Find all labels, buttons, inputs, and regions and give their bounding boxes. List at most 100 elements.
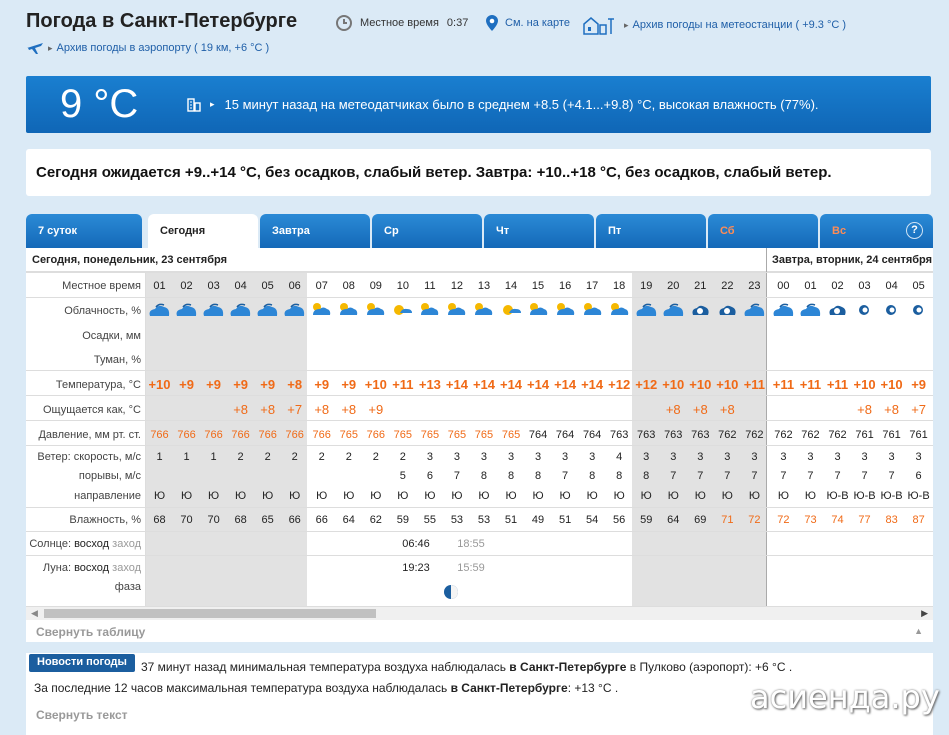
moon-cloud-icon (692, 305, 709, 315)
hour-cell: 19 (640, 280, 653, 292)
feels-cell: +7 (287, 402, 303, 417)
moon-cloud-icon (719, 305, 736, 315)
tab-label: Вс (832, 225, 847, 237)
wind-cell: 3 (807, 451, 814, 463)
collapse-table-link[interactable]: Свернуть таблицу (36, 625, 145, 639)
wind-cell: 1 (183, 451, 190, 463)
tab-thu[interactable]: Чт (484, 214, 594, 248)
pressure-cell: 766 (285, 429, 304, 441)
direction-cell: Ю (180, 490, 193, 502)
wind-cell: 3 (480, 451, 488, 463)
temp-cell: +12 (635, 377, 658, 392)
humidity-cell: 64 (342, 514, 355, 526)
wind-cell: 3 (861, 451, 868, 463)
current-desc: 15 минут назад на метеодатчиках было в с… (224, 96, 819, 112)
hour-cell: 10 (396, 280, 409, 292)
collapse-text-link[interactable]: Свернуть текст (36, 708, 128, 722)
direction-cell: Ю (397, 490, 409, 502)
direction-cell: Ю (316, 490, 328, 502)
humidity-cell: 54 (586, 514, 599, 526)
moon-cloud-icon (829, 305, 846, 315)
scroll-right-icon[interactable]: ▶ (921, 608, 928, 619)
temp-cell: +10 (689, 377, 712, 392)
row-divider (26, 370, 933, 371)
row-divider (26, 395, 933, 396)
label-fog: Туман, % (93, 354, 141, 366)
sensor-building-icon (187, 98, 201, 112)
tab-tomorrow[interactable]: Завтра (260, 214, 370, 248)
gust-cell: 7 (562, 470, 569, 482)
direction-cell: Ю (451, 490, 463, 502)
temp-cell: +14 (472, 377, 495, 392)
temp-cell: +13 (418, 377, 441, 392)
day-headers: Сегодня, понедельник, 23 сентября Завтра… (26, 248, 933, 272)
help-icon[interactable]: ? (906, 222, 923, 239)
row-divider (26, 297, 933, 298)
moon-rise-label: восход (74, 562, 110, 574)
hour-cell: 02 (831, 280, 844, 292)
sun-icon (502, 305, 521, 315)
tab-wed[interactable]: Ср (372, 214, 482, 248)
tab-fri[interactable]: Пт (596, 214, 706, 248)
temp-cell: +10 (880, 377, 903, 392)
humidity-cell: 70 (180, 514, 193, 526)
pressure-cell: 763 (691, 429, 710, 441)
station-archive[interactable]: ▸ Архив погоды на метеостанции ( +9.3 °C… (582, 15, 846, 35)
scroll-left-icon[interactable]: ◀ (31, 608, 38, 619)
temp-cell: +14 (527, 377, 550, 392)
wind-cell: 3 (834, 451, 841, 463)
humidity-cell: 59 (396, 514, 409, 526)
collapse-arrow-icon[interactable]: ▲ (914, 626, 923, 636)
table-scrollbar[interactable]: ◀ ▶ (26, 606, 933, 620)
map-link-label[interactable]: См. на карте (505, 17, 570, 29)
hour-cell: 06 (288, 280, 301, 292)
label-direction: направление (74, 490, 141, 502)
label-clouds: Облачность, % (64, 305, 141, 317)
humidity-cell: 68 (234, 514, 247, 526)
pressure-cell: 761 (909, 429, 928, 441)
humidity-cell: 53 (450, 514, 464, 526)
pressure-cell: 766 (204, 429, 223, 441)
temp-cell: +11 (392, 377, 414, 392)
direction-cell: Ю (370, 490, 382, 502)
humidity-cell: 70 (207, 514, 220, 526)
wind-cell: 3 (643, 451, 650, 463)
station-archive-label[interactable]: Архив погоды на метеостанции ( +9.3 °C ) (633, 19, 847, 31)
map-link[interactable]: См. на карте (486, 15, 570, 31)
clock-icon (336, 15, 352, 31)
tab-sat[interactable]: Сб (708, 214, 818, 248)
humidity-cell: 72 (748, 514, 761, 526)
cloud-icon (448, 303, 466, 315)
moon-phase-icon (444, 585, 458, 599)
row-divider (26, 555, 933, 556)
scroll-thumb[interactable] (44, 609, 376, 618)
news-line-2: За последние 12 часов максимальная темпе… (34, 681, 618, 695)
sunset-value: 18:55 (457, 538, 485, 550)
watermark-logo: асиенда.ру (750, 678, 940, 716)
station-arrow-icon: ▸ (624, 19, 629, 30)
gust-cell: 7 (751, 470, 758, 482)
local-time-label: Местное время (360, 17, 439, 29)
feels-cell: +8 (665, 402, 681, 417)
pressure-cell: 765 (501, 429, 521, 441)
pressure-cell: 762 (828, 429, 847, 441)
news-text: 37 минут назад минимальная температура в… (141, 660, 506, 674)
airport-archive-label[interactable]: Архив погоды в аэропорту ( 19 км, +6 °C … (57, 42, 270, 54)
direction-cell: Ю (748, 490, 760, 502)
forecast-table: Сегодня, понедельник, 23 сентября Завтра… (26, 248, 933, 642)
cloud-icon (203, 303, 224, 316)
cloud-icon (529, 303, 547, 315)
direction-cell: Ю-В (880, 490, 903, 502)
news-city: в Санкт-Петербурге (509, 660, 627, 674)
tab-7-days[interactable]: 7 суток (26, 214, 142, 248)
tab-sun[interactable]: Вс ? (820, 214, 933, 248)
tomorrow-header: Завтра, вторник, 24 сентября (772, 254, 933, 266)
temp-cell: +11 (826, 377, 849, 392)
gust-cell: 8 (616, 470, 623, 482)
direction-cell: Ю (262, 490, 274, 502)
pressure-cell: 766 (312, 429, 331, 441)
tab-today[interactable]: Сегодня (148, 214, 258, 250)
today-header: Сегодня, понедельник, 23 сентября (32, 254, 227, 266)
wind-cell: 3 (888, 451, 895, 463)
airport-archive[interactable]: ▸ Архив погоды в аэропорту ( 19 км, +6 °… (26, 41, 269, 55)
